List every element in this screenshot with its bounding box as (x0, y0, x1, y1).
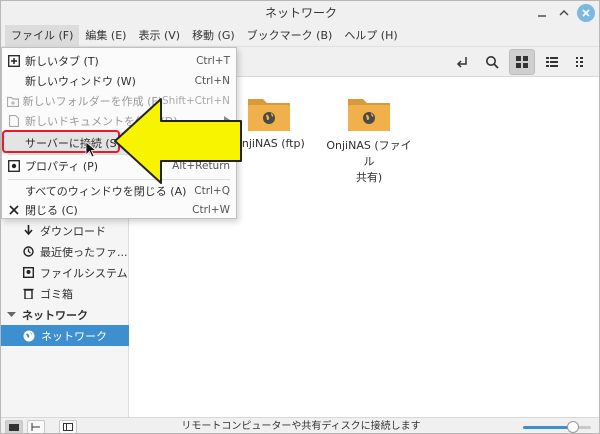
sidebar-item-trash[interactable]: ゴミ箱 (1, 283, 129, 304)
new-document-icon (9, 115, 19, 127)
sidebar-toggle-icon (63, 423, 73, 431)
recent-clock-icon (23, 246, 34, 257)
menu-help[interactable]: ヘルプ (H) (338, 25, 403, 47)
sidebar-item-network[interactable]: ネットワーク (1, 325, 129, 346)
plus-box-icon (8, 55, 20, 67)
search-button[interactable] (479, 49, 505, 75)
download-icon (24, 225, 33, 236)
trash-icon (23, 288, 34, 299)
folder-small-icon (9, 424, 19, 431)
icon-view-button[interactable] (509, 49, 535, 75)
sidebar-section-network[interactable]: ネットワーク (1, 304, 129, 325)
menu-item-label: 新しいウィンドウ (W) (25, 75, 136, 88)
sidebar-item-recent[interactable]: 最近使ったファ... (1, 241, 129, 262)
menu-bookmarks[interactable]: ブックマーク (B) (241, 25, 339, 47)
menu-item-new-window[interactable]: 新しいウィンドウ (W) Ctrl+N (2, 70, 236, 92)
list-icon (546, 57, 558, 67)
close-icon (582, 9, 590, 17)
grid-icon (516, 56, 528, 68)
chevron-down-icon (7, 312, 16, 317)
menu-item-label: 閉じる (C) (25, 204, 78, 217)
menu-item-accel: Ctrl+N (194, 75, 230, 87)
places-pane-button[interactable] (5, 420, 23, 433)
sidebar-item-label: 最近使ったファ... (40, 245, 128, 259)
menu-item-close[interactable]: 閉じる (C) Ctrl+W (2, 199, 236, 221)
maximize-icon (559, 10, 569, 16)
menu-item-accel: Ctrl+W (192, 204, 230, 216)
network-folder-icon (348, 99, 390, 131)
open-location-button[interactable] (449, 49, 475, 75)
sidebar-item-label: ゴミ箱 (40, 287, 73, 301)
close-button[interactable] (577, 4, 595, 22)
sidebar-item-filesystem[interactable]: ファイルシステム (1, 262, 129, 283)
menu-go[interactable]: 移動 (G) (186, 25, 241, 47)
toggle-sidebar-button[interactable] (59, 420, 77, 433)
folder-label-line1: OnjiNAS (ファイル (326, 139, 412, 168)
sidebar-item-downloads[interactable]: ダウンロード (1, 220, 129, 241)
window-controls (533, 4, 595, 22)
zoom-slider-track (523, 426, 573, 429)
menu-item-accel: Ctrl+T (196, 55, 230, 67)
jump-arrow-icon (456, 57, 467, 68)
tree-pane-button[interactable] (27, 420, 45, 433)
sidebar-section-label: ネットワーク (22, 308, 88, 322)
compact-list-icon (576, 57, 583, 67)
sidebar-item-label: ネットワーク (41, 329, 107, 343)
annotation-arrow-icon (114, 98, 242, 184)
menu-view[interactable]: 表示 (V) (132, 25, 186, 47)
new-folder-icon (6, 96, 19, 107)
window-title: ネットワーク (264, 6, 337, 20)
close-x-icon (9, 205, 19, 215)
drive-icon (23, 267, 34, 278)
compact-view-button[interactable] (569, 49, 595, 75)
network-folder-icon (248, 99, 290, 131)
minimize-button[interactable] (533, 4, 551, 22)
status-text: リモートコンピューターや共有ディスクに接続します (181, 421, 421, 432)
properties-icon (8, 160, 20, 172)
menu-item-new-tab[interactable]: 新しいタブ (T) Ctrl+T (2, 50, 236, 72)
folder-item-share[interactable]: OnjiNAS (ファイル 共有) (324, 93, 414, 185)
sidebar-item-label: ダウンロード (40, 224, 106, 238)
minimize-icon (538, 15, 546, 17)
folder-label-line2: 共有) (355, 171, 383, 184)
zoom-slider-knob[interactable] (567, 421, 579, 433)
file-manager-window: ネットワーク ファイル (F) 編集 (E) 表示 (V) 移動 (G) ブック… (0, 0, 600, 434)
maximize-button[interactable] (555, 4, 573, 22)
titlebar: ネットワーク (1, 1, 599, 25)
network-globe-icon (23, 330, 35, 341)
search-icon (486, 56, 499, 69)
menu-edit[interactable]: 編集 (E) (79, 25, 132, 47)
menu-item-label: 新しいタブ (T) (25, 55, 99, 68)
tree-icon (31, 423, 40, 431)
statusbar: リモートコンピューターや共有ディスクに接続します (1, 417, 599, 433)
menu-file[interactable]: ファイル (F) (5, 24, 80, 47)
list-view-button[interactable] (539, 49, 565, 75)
menubar: ファイル (F) 編集 (E) 表示 (V) 移動 (G) ブックマーク (B)… (1, 24, 599, 47)
sidebar-item-label: ファイルシステム (40, 266, 128, 280)
